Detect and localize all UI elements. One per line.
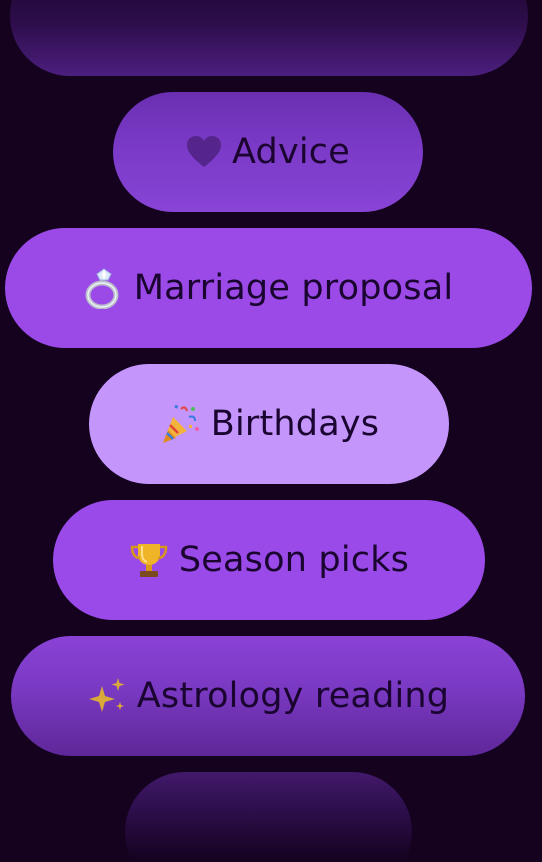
ring-icon (84, 267, 124, 309)
purple-heart-icon (186, 135, 222, 169)
option-marriage-proposal[interactable]: Marriage proposal (5, 228, 532, 348)
option-birthdays[interactable]: Birthdays (89, 364, 449, 484)
option-partial-bottom[interactable] (125, 772, 412, 862)
option-partial-top[interactable] (10, 0, 528, 76)
option-advice[interactable]: Advice (113, 92, 423, 212)
sparkles-icon (87, 676, 127, 716)
party-popper-icon (159, 403, 201, 445)
option-label: Advice (232, 132, 350, 172)
option-label: Marriage proposal (133, 268, 454, 308)
option-season-picks[interactable]: Season picks (53, 500, 485, 620)
option-label: Birthdays (210, 404, 380, 444)
occasion-picker[interactable]: Advice Marriage proposal Birthdays Seaso… (0, 0, 542, 862)
option-astrology-reading[interactable]: Astrology reading (11, 636, 525, 756)
trophy-icon (129, 540, 169, 580)
option-label: Season picks (178, 540, 410, 580)
option-label: Astrology reading (136, 676, 450, 716)
